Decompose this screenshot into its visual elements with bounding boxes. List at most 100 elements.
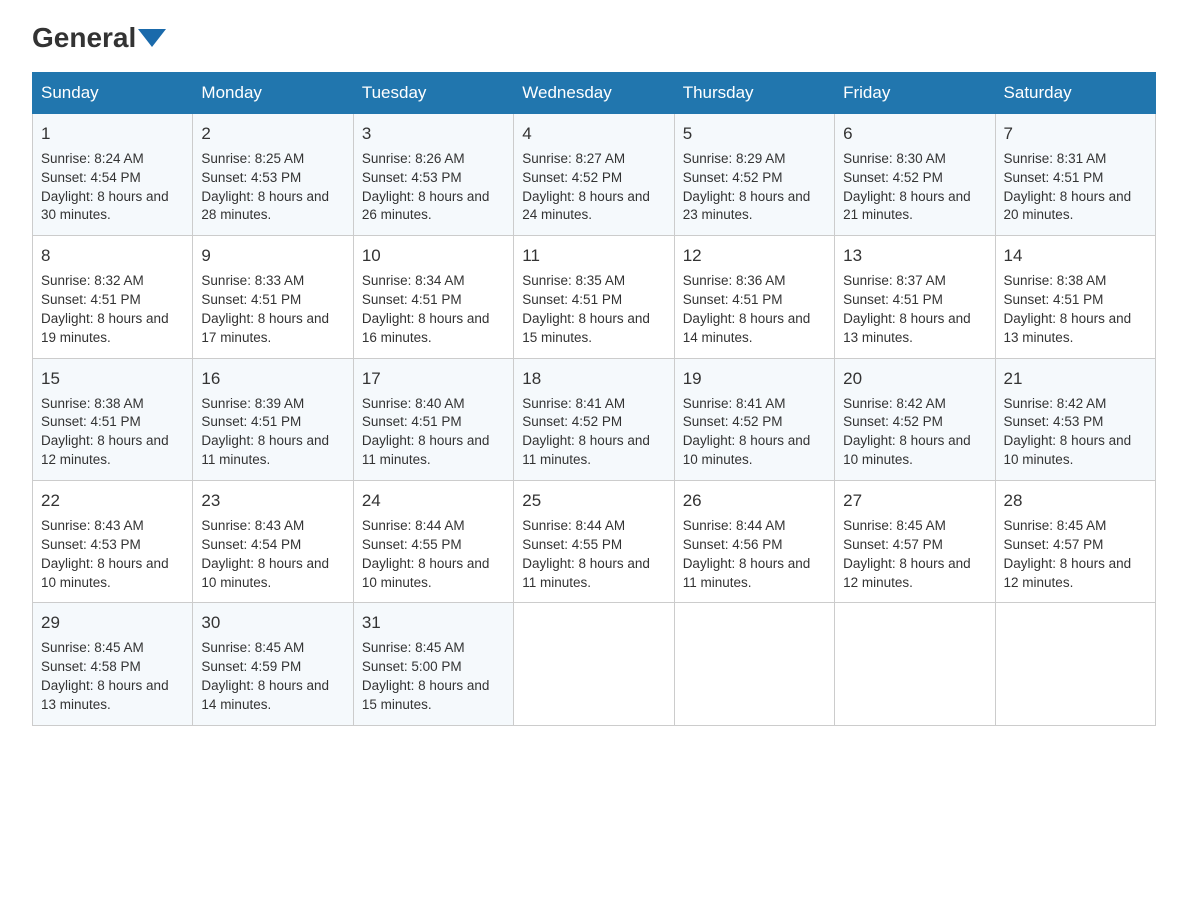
calendar-day-cell: 24 Sunrise: 8:44 AMSunset: 4:55 PMDaylig… [353, 481, 513, 603]
weekday-header-friday: Friday [835, 73, 995, 114]
day-number: 22 [41, 489, 184, 513]
sunrise-info: Sunrise: 8:30 AMSunset: 4:52 PMDaylight:… [843, 151, 971, 223]
weekday-header-row: SundayMondayTuesdayWednesdayThursdayFrid… [33, 73, 1156, 114]
weekday-header-monday: Monday [193, 73, 353, 114]
day-number: 11 [522, 244, 665, 268]
logo: General [32, 24, 168, 52]
calendar-week-row: 1 Sunrise: 8:24 AMSunset: 4:54 PMDayligh… [33, 114, 1156, 236]
sunrise-info: Sunrise: 8:42 AMSunset: 4:53 PMDaylight:… [1004, 396, 1132, 468]
sunrise-info: Sunrise: 8:39 AMSunset: 4:51 PMDaylight:… [201, 396, 329, 468]
calendar-day-cell: 9 Sunrise: 8:33 AMSunset: 4:51 PMDayligh… [193, 236, 353, 358]
calendar-day-cell: 21 Sunrise: 8:42 AMSunset: 4:53 PMDaylig… [995, 358, 1155, 480]
calendar-day-cell: 5 Sunrise: 8:29 AMSunset: 4:52 PMDayligh… [674, 114, 834, 236]
sunrise-info: Sunrise: 8:41 AMSunset: 4:52 PMDaylight:… [683, 396, 811, 468]
weekday-header-wednesday: Wednesday [514, 73, 674, 114]
calendar-day-cell: 17 Sunrise: 8:40 AMSunset: 4:51 PMDaylig… [353, 358, 513, 480]
weekday-header-tuesday: Tuesday [353, 73, 513, 114]
calendar-day-cell: 8 Sunrise: 8:32 AMSunset: 4:51 PMDayligh… [33, 236, 193, 358]
page-header: General [32, 24, 1156, 52]
calendar-day-cell: 16 Sunrise: 8:39 AMSunset: 4:51 PMDaylig… [193, 358, 353, 480]
sunrise-info: Sunrise: 8:44 AMSunset: 4:55 PMDaylight:… [362, 518, 490, 590]
day-number: 13 [843, 244, 986, 268]
day-number: 21 [1004, 367, 1147, 391]
day-number: 23 [201, 489, 344, 513]
weekday-header-sunday: Sunday [33, 73, 193, 114]
calendar-day-cell: 6 Sunrise: 8:30 AMSunset: 4:52 PMDayligh… [835, 114, 995, 236]
day-number: 28 [1004, 489, 1147, 513]
sunrise-info: Sunrise: 8:26 AMSunset: 4:53 PMDaylight:… [362, 151, 490, 223]
calendar-day-cell: 10 Sunrise: 8:34 AMSunset: 4:51 PMDaylig… [353, 236, 513, 358]
sunrise-info: Sunrise: 8:43 AMSunset: 4:53 PMDaylight:… [41, 518, 169, 590]
calendar-table: SundayMondayTuesdayWednesdayThursdayFrid… [32, 72, 1156, 726]
sunrise-info: Sunrise: 8:43 AMSunset: 4:54 PMDaylight:… [201, 518, 329, 590]
day-number: 25 [522, 489, 665, 513]
day-number: 30 [201, 611, 344, 635]
calendar-day-cell: 23 Sunrise: 8:43 AMSunset: 4:54 PMDaylig… [193, 481, 353, 603]
day-number: 17 [362, 367, 505, 391]
calendar-week-row: 8 Sunrise: 8:32 AMSunset: 4:51 PMDayligh… [33, 236, 1156, 358]
day-number: 1 [41, 122, 184, 146]
calendar-day-cell: 4 Sunrise: 8:27 AMSunset: 4:52 PMDayligh… [514, 114, 674, 236]
sunrise-info: Sunrise: 8:44 AMSunset: 4:55 PMDaylight:… [522, 518, 650, 590]
calendar-day-cell: 12 Sunrise: 8:36 AMSunset: 4:51 PMDaylig… [674, 236, 834, 358]
calendar-day-cell: 20 Sunrise: 8:42 AMSunset: 4:52 PMDaylig… [835, 358, 995, 480]
day-number: 18 [522, 367, 665, 391]
calendar-day-cell: 18 Sunrise: 8:41 AMSunset: 4:52 PMDaylig… [514, 358, 674, 480]
day-number: 4 [522, 122, 665, 146]
sunrise-info: Sunrise: 8:44 AMSunset: 4:56 PMDaylight:… [683, 518, 811, 590]
sunrise-info: Sunrise: 8:31 AMSunset: 4:51 PMDaylight:… [1004, 151, 1132, 223]
sunrise-info: Sunrise: 8:37 AMSunset: 4:51 PMDaylight:… [843, 273, 971, 345]
calendar-day-cell: 28 Sunrise: 8:45 AMSunset: 4:57 PMDaylig… [995, 481, 1155, 603]
sunrise-info: Sunrise: 8:45 AMSunset: 4:57 PMDaylight:… [1004, 518, 1132, 590]
sunrise-info: Sunrise: 8:29 AMSunset: 4:52 PMDaylight:… [683, 151, 811, 223]
logo-triangle-icon [138, 29, 166, 47]
calendar-day-cell: 7 Sunrise: 8:31 AMSunset: 4:51 PMDayligh… [995, 114, 1155, 236]
sunrise-info: Sunrise: 8:34 AMSunset: 4:51 PMDaylight:… [362, 273, 490, 345]
weekday-header-saturday: Saturday [995, 73, 1155, 114]
calendar-day-cell: 15 Sunrise: 8:38 AMSunset: 4:51 PMDaylig… [33, 358, 193, 480]
calendar-week-row: 22 Sunrise: 8:43 AMSunset: 4:53 PMDaylig… [33, 481, 1156, 603]
sunrise-info: Sunrise: 8:45 AMSunset: 4:57 PMDaylight:… [843, 518, 971, 590]
day-number: 24 [362, 489, 505, 513]
calendar-day-cell: 2 Sunrise: 8:25 AMSunset: 4:53 PMDayligh… [193, 114, 353, 236]
logo-general-text: General [32, 24, 136, 52]
sunrise-info: Sunrise: 8:33 AMSunset: 4:51 PMDaylight:… [201, 273, 329, 345]
sunrise-info: Sunrise: 8:45 AMSunset: 5:00 PMDaylight:… [362, 640, 490, 712]
sunrise-info: Sunrise: 8:24 AMSunset: 4:54 PMDaylight:… [41, 151, 169, 223]
sunrise-info: Sunrise: 8:32 AMSunset: 4:51 PMDaylight:… [41, 273, 169, 345]
calendar-day-cell [995, 603, 1155, 725]
calendar-day-cell: 25 Sunrise: 8:44 AMSunset: 4:55 PMDaylig… [514, 481, 674, 603]
day-number: 15 [41, 367, 184, 391]
day-number: 2 [201, 122, 344, 146]
day-number: 6 [843, 122, 986, 146]
day-number: 12 [683, 244, 826, 268]
calendar-week-row: 29 Sunrise: 8:45 AMSunset: 4:58 PMDaylig… [33, 603, 1156, 725]
sunrise-info: Sunrise: 8:45 AMSunset: 4:58 PMDaylight:… [41, 640, 169, 712]
sunrise-info: Sunrise: 8:38 AMSunset: 4:51 PMDaylight:… [41, 396, 169, 468]
calendar-day-cell: 27 Sunrise: 8:45 AMSunset: 4:57 PMDaylig… [835, 481, 995, 603]
weekday-header-thursday: Thursday [674, 73, 834, 114]
day-number: 5 [683, 122, 826, 146]
calendar-day-cell: 29 Sunrise: 8:45 AMSunset: 4:58 PMDaylig… [33, 603, 193, 725]
day-number: 19 [683, 367, 826, 391]
calendar-day-cell: 13 Sunrise: 8:37 AMSunset: 4:51 PMDaylig… [835, 236, 995, 358]
sunrise-info: Sunrise: 8:38 AMSunset: 4:51 PMDaylight:… [1004, 273, 1132, 345]
sunrise-info: Sunrise: 8:36 AMSunset: 4:51 PMDaylight:… [683, 273, 811, 345]
day-number: 27 [843, 489, 986, 513]
sunrise-info: Sunrise: 8:42 AMSunset: 4:52 PMDaylight:… [843, 396, 971, 468]
calendar-day-cell: 1 Sunrise: 8:24 AMSunset: 4:54 PMDayligh… [33, 114, 193, 236]
calendar-day-cell: 30 Sunrise: 8:45 AMSunset: 4:59 PMDaylig… [193, 603, 353, 725]
day-number: 9 [201, 244, 344, 268]
sunrise-info: Sunrise: 8:45 AMSunset: 4:59 PMDaylight:… [201, 640, 329, 712]
day-number: 3 [362, 122, 505, 146]
sunrise-info: Sunrise: 8:35 AMSunset: 4:51 PMDaylight:… [522, 273, 650, 345]
calendar-day-cell: 22 Sunrise: 8:43 AMSunset: 4:53 PMDaylig… [33, 481, 193, 603]
calendar-day-cell: 14 Sunrise: 8:38 AMSunset: 4:51 PMDaylig… [995, 236, 1155, 358]
calendar-day-cell: 3 Sunrise: 8:26 AMSunset: 4:53 PMDayligh… [353, 114, 513, 236]
calendar-day-cell: 19 Sunrise: 8:41 AMSunset: 4:52 PMDaylig… [674, 358, 834, 480]
day-number: 29 [41, 611, 184, 635]
calendar-day-cell: 26 Sunrise: 8:44 AMSunset: 4:56 PMDaylig… [674, 481, 834, 603]
day-number: 8 [41, 244, 184, 268]
sunrise-info: Sunrise: 8:40 AMSunset: 4:51 PMDaylight:… [362, 396, 490, 468]
calendar-day-cell: 31 Sunrise: 8:45 AMSunset: 5:00 PMDaylig… [353, 603, 513, 725]
